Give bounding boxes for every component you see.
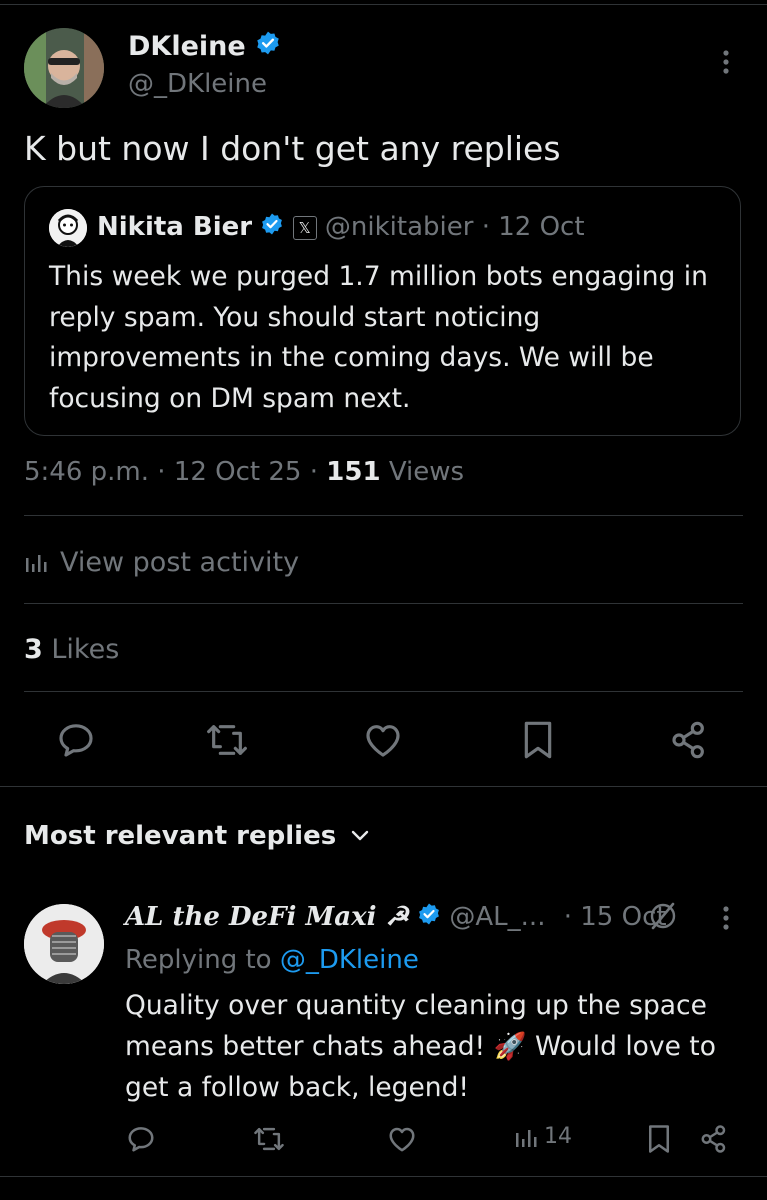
replying-to-label: Replying to [125,945,272,975]
verified-badge-icon [417,899,441,937]
rocket-emoji-icon: 🚀 [493,1031,527,1062]
likes-row[interactable]: 3 Likes [24,632,119,668]
repost-icon[interactable] [205,720,249,760]
views-label: Views [388,457,465,487]
replies-sort-dropdown[interactable]: Most relevant replies [24,818,370,854]
divider [0,1176,767,1177]
quote-dot: · [481,212,490,242]
reply-text: Quality over quantity cleaning up the sp… [125,985,745,1108]
reply-views[interactable]: 14 [514,1124,572,1149]
chevron-down-icon [350,829,370,843]
share-icon[interactable] [699,1124,729,1154]
grok-slash-icon[interactable] [647,900,679,932]
likes-label: Likes [51,634,120,665]
replying-to-handle[interactable]: @_DKleine [280,945,419,975]
divider [0,786,767,787]
more-vertical-icon[interactable] [716,904,736,932]
reply-author-name[interactable]: AL the DeFi Maxi ☭ [125,902,409,932]
top-divider [0,4,767,5]
more-vertical-icon[interactable] [716,48,736,76]
reply-author-avatar[interactable] [24,904,104,984]
reply-icon[interactable] [126,1124,156,1154]
author-handle[interactable]: @_DKleine [128,68,267,100]
view-activity-button[interactable]: View post activity [24,542,299,582]
post-date[interactable]: 12 Oct 25 [174,457,302,487]
reply-author-handle[interactable]: @AL_... [449,902,545,932]
quote-date[interactable]: 12 Oct [498,212,584,242]
like-icon[interactable] [363,721,403,759]
author-name[interactable]: DKleine [128,31,246,62]
reply-views-count: 14 [544,1124,572,1149]
author-avatar[interactable] [24,28,104,108]
share-icon[interactable] [669,719,709,761]
post-meta: 5:46 p.m. · 12 Oct 25 · 151 Views [24,457,465,487]
quote-author-avatar[interactable] [49,209,87,247]
post-time[interactable]: 5:46 p.m. [24,457,149,487]
replying-to: Replying to @_DKleine [125,941,419,979]
analytics-icon [514,1125,538,1149]
quote-text: This week we purged 1.7 million bots eng… [49,261,708,414]
quote-author-handle[interactable]: @nikitabier [325,212,474,242]
likes-count: 3 [24,634,43,665]
view-activity-label: View post activity [60,546,300,578]
quoted-post-card[interactable]: Nikita Bier 𝕏 @nikitabier · 12 Oct This … [24,186,741,436]
divider [24,603,743,604]
like-icon[interactable] [387,1125,417,1153]
post-text: K but now I don't get any replies [24,129,561,168]
reply-icon[interactable] [56,720,96,760]
replies-header: Most relevant replies [24,821,337,851]
bookmark-icon[interactable] [521,720,555,760]
quote-author-row: Nikita Bier 𝕏 @nikitabier · 12 Oct [97,209,585,246]
verified-badge-icon [260,210,284,246]
analytics-icon [24,550,48,574]
reply-author-row: AL the DeFi Maxi ☭ @AL_... · 15 Oct [125,898,667,937]
divider [24,515,743,516]
verified-badge-icon [255,30,281,65]
views-count: 151 [326,457,381,487]
author-name-row[interactable]: DKleine [128,30,281,65]
divider [24,691,743,692]
quote-author-name[interactable]: Nikita Bier [97,212,252,242]
bookmark-icon[interactable] [646,1124,672,1154]
repost-icon[interactable] [253,1124,285,1154]
affiliate-badge-icon: 𝕏 [292,215,317,240]
